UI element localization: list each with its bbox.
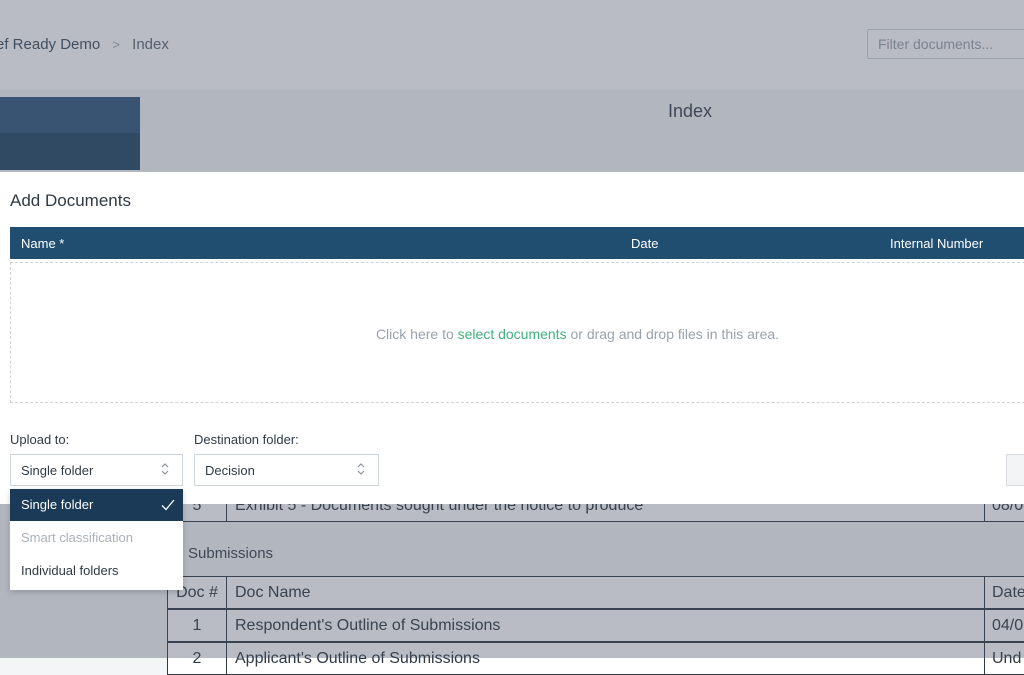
up-down-chevron-icon [161, 463, 169, 475]
column-header-name: Name * [21, 236, 65, 251]
file-dropzone[interactable]: Click here to select documents or drag a… [10, 262, 1024, 403]
column-header-date: Date [631, 236, 659, 251]
upload-to-value: Single folder [21, 463, 94, 478]
dropzone-suffix: or drag and drop files in this area. [566, 326, 780, 342]
menu-item-individual-folders[interactable]: Individual folders [10, 555, 183, 587]
menu-item-label: Smart classification [21, 530, 133, 545]
upload-to-select[interactable]: Single folder [10, 454, 183, 486]
check-icon [161, 499, 175, 511]
menu-item-smart-classification: Smart classification [10, 522, 183, 554]
up-down-chevron-icon [357, 463, 365, 475]
column-header-internal-number: Internal Number [890, 236, 984, 251]
upload-to-dropdown: Single folder Smart classification Indiv… [10, 489, 183, 590]
menu-item-label: Individual folders [21, 563, 119, 578]
destination-folder-label: Destination folder: [194, 432, 299, 447]
add-documents-modal: Add Documents Name * Date Internal Numbe… [0, 172, 1024, 504]
dropzone-text: Click here to select documents or drag a… [11, 326, 1024, 342]
select-documents-link[interactable]: select documents [458, 326, 567, 342]
destination-folder-select[interactable]: Decision [194, 454, 379, 486]
upload-button[interactable] [1006, 454, 1024, 486]
destination-folder-value: Decision [205, 463, 255, 478]
modal-title: Add Documents [10, 191, 131, 210]
upload-table-header: Name * Date Internal Number [10, 227, 1024, 259]
upload-to-label: Upload to: [10, 432, 70, 447]
menu-item-single-folder[interactable]: Single folder [10, 489, 183, 521]
menu-item-label: Single folder [21, 497, 94, 512]
dropzone-prefix: Click here to [375, 326, 458, 342]
